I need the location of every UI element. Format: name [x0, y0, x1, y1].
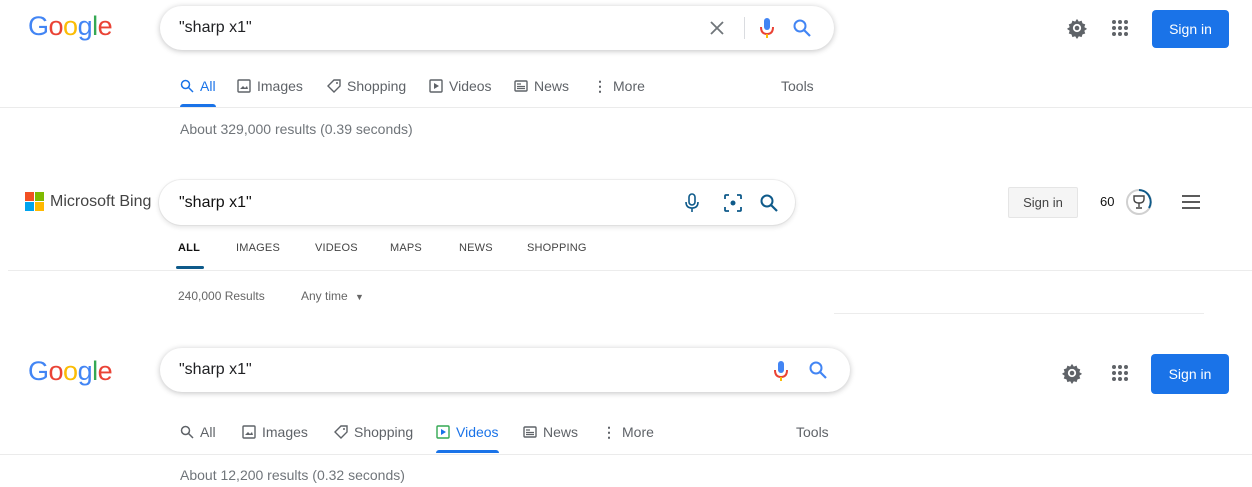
- tab-more[interactable]: ⋮ More: [602, 417, 654, 447]
- play-icon: [436, 425, 450, 439]
- search-icon: [180, 79, 194, 93]
- caret-down-icon: ▼: [355, 292, 364, 302]
- rewards-points[interactable]: 60: [1100, 194, 1114, 209]
- rewards-trophy-icon[interactable]: [1124, 187, 1154, 217]
- search-icon[interactable]: [790, 16, 814, 40]
- mic-icon[interactable]: [756, 16, 778, 40]
- tab-images[interactable]: Images: [242, 417, 308, 447]
- divider: [0, 454, 1252, 455]
- tag-icon: [327, 79, 341, 93]
- microsoft-logo-icon: [25, 192, 44, 211]
- tab-images[interactable]: Images: [237, 71, 303, 101]
- tab-shopping[interactable]: Shopping: [334, 417, 413, 447]
- tab-videos[interactable]: Videos: [436, 417, 499, 453]
- mic-icon[interactable]: [681, 191, 703, 215]
- mic-icon[interactable]: [770, 359, 792, 383]
- bing-panel: Microsoft Bing "sharp x1" Sign in 60 ALL…: [0, 170, 1252, 320]
- divider: [0, 107, 1252, 108]
- news-icon: [514, 80, 528, 92]
- play-icon: [429, 79, 443, 93]
- tab-news[interactable]: NEWS: [459, 242, 493, 254]
- search-icon: [180, 425, 194, 439]
- image-icon: [242, 425, 256, 439]
- google-all-panel: Google "sharp x1" Sign in All Images Sho…: [0, 0, 1252, 160]
- tab-news[interactable]: News: [523, 417, 578, 447]
- apps-grid-icon[interactable]: [1109, 17, 1131, 39]
- tab-all[interactable]: All: [180, 417, 216, 447]
- image-icon: [237, 79, 251, 93]
- divider: [8, 270, 1252, 271]
- time-filter-dropdown[interactable]: Any time ▼: [301, 289, 364, 303]
- tab-all[interactable]: ALL: [176, 242, 204, 269]
- result-count: 240,000 Results: [178, 289, 265, 303]
- google-logo[interactable]: Google: [28, 356, 113, 387]
- tab-images[interactable]: IMAGES: [236, 242, 280, 254]
- tab-videos[interactable]: VIDEOS: [315, 242, 358, 254]
- settings-gear-icon[interactable]: [1066, 17, 1088, 39]
- divider: [744, 17, 745, 39]
- search-input[interactable]: "sharp x1": [179, 361, 252, 379]
- sign-in-button[interactable]: Sign in: [1008, 187, 1078, 218]
- result-stats: About 329,000 results (0.39 seconds): [180, 121, 413, 137]
- tools-button[interactable]: Tools: [796, 417, 829, 447]
- clear-icon[interactable]: [706, 17, 728, 39]
- google-videos-panel: Google "sharp x1" Sign in All Images Sho…: [0, 340, 1252, 487]
- bing-logo[interactable]: Microsoft Bing: [25, 192, 151, 211]
- settings-gear-icon[interactable]: [1061, 362, 1083, 384]
- tab-more[interactable]: ⋮ More: [593, 71, 645, 101]
- apps-grid-icon[interactable]: [1109, 362, 1131, 384]
- sign-in-button[interactable]: Sign in: [1151, 354, 1229, 394]
- tab-videos[interactable]: Videos: [429, 71, 492, 101]
- tab-maps[interactable]: MAPS: [390, 242, 422, 254]
- search-icon[interactable]: [757, 191, 781, 215]
- tag-icon: [334, 425, 348, 439]
- tab-all[interactable]: All: [180, 71, 216, 107]
- tab-shopping[interactable]: Shopping: [327, 71, 406, 101]
- hamburger-menu-icon[interactable]: [1180, 192, 1202, 212]
- news-icon: [523, 426, 537, 438]
- sign-in-button[interactable]: Sign in: [1152, 10, 1229, 48]
- more-vert-icon: ⋮: [602, 423, 616, 440]
- result-stats: About 12,200 results (0.32 seconds): [180, 467, 405, 483]
- more-vert-icon: ⋮: [593, 77, 607, 94]
- divider: [834, 313, 1204, 314]
- search-box[interactable]: "sharp x1": [160, 348, 850, 392]
- tab-shopping[interactable]: SHOPPING: [527, 242, 587, 254]
- tab-news[interactable]: News: [514, 71, 569, 101]
- search-input[interactable]: "sharp x1": [179, 194, 252, 212]
- search-box[interactable]: "sharp x1": [160, 6, 834, 50]
- visual-search-icon[interactable]: [721, 191, 745, 215]
- search-input[interactable]: "sharp x1": [179, 19, 252, 37]
- search-icon[interactable]: [806, 358, 830, 382]
- search-box[interactable]: "sharp x1": [159, 180, 795, 225]
- tools-button[interactable]: Tools: [781, 71, 814, 101]
- google-logo[interactable]: Google: [28, 11, 113, 42]
